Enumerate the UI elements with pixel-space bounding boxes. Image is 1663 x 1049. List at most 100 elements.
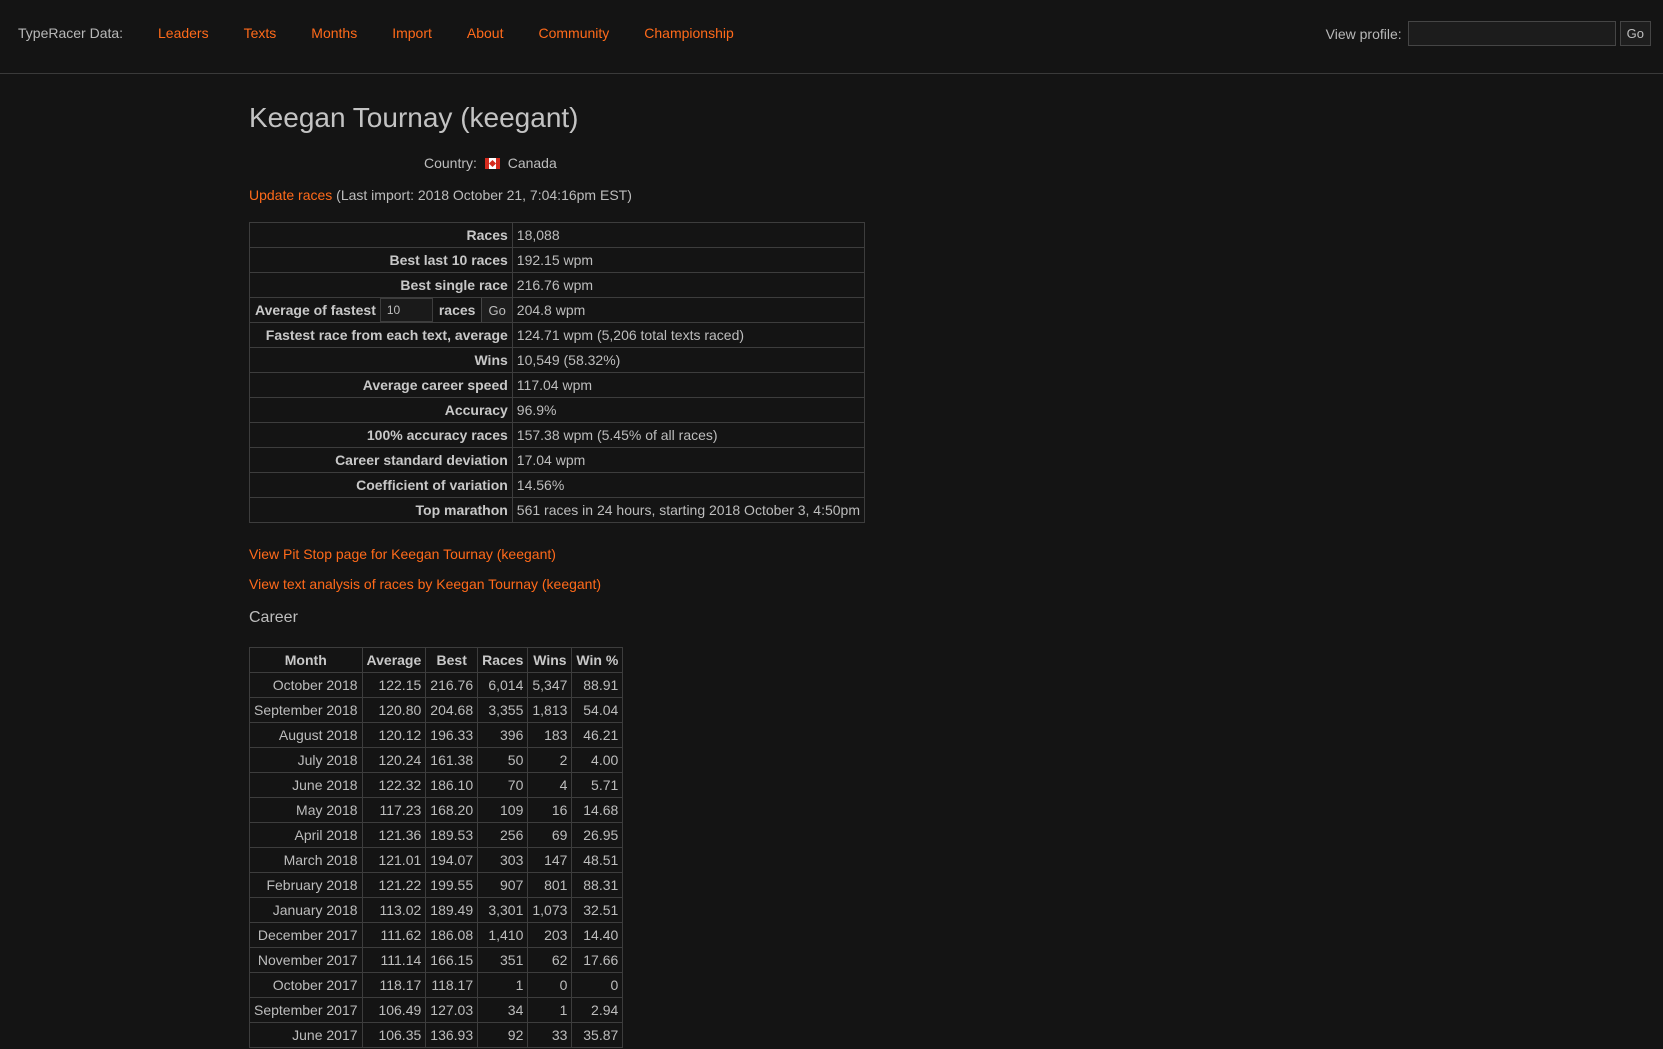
win-pct-cell: 5.71	[571, 772, 624, 798]
text-analysis-link[interactable]: View text analysis of races by Keegan To…	[249, 576, 601, 592]
table-row: June 2018 122.32 186.10 70 4 5.71	[249, 772, 624, 798]
month-cell: July 2018	[249, 747, 363, 773]
view-profile-form: View profile: Go	[1326, 21, 1651, 46]
win-pct-cell: 54.04	[571, 697, 624, 723]
top-nav: TypeRacer Data: Leaders Texts Months Imp…	[0, 0, 1663, 74]
best-cell: 118.17	[425, 972, 479, 998]
career-table-body: October 2018 122.15 216.76 6,014 5,347 88.91 S…	[249, 672, 624, 1048]
average-cell: 121.36	[361, 822, 427, 848]
races-cell: 34	[477, 997, 529, 1023]
month-cell: August 2018	[249, 722, 363, 748]
average-fastest-go-button[interactable]: Go	[481, 298, 512, 322]
stat-value: 117.04 wpm	[511, 372, 866, 398]
stats-row: Races 18,088	[249, 222, 866, 248]
table-row: March 2018 121.01 194.07 303 147 48.51	[249, 847, 624, 873]
column-header-best[interactable]: Best	[425, 647, 479, 673]
month-cell: September 2018	[249, 697, 363, 723]
view-profile-go-button[interactable]: Go	[1619, 21, 1651, 46]
average-cell: 121.01	[361, 847, 427, 873]
average-cell: 117.23	[361, 797, 427, 823]
site-brand: TypeRacer Data:	[18, 25, 124, 41]
wins-cell: 801	[527, 872, 573, 898]
month-cell: September 2017	[249, 997, 363, 1023]
country-line: Country: Canada	[424, 155, 557, 171]
column-header-average[interactable]: Average	[361, 647, 427, 673]
nav-link-texts[interactable]: Texts	[244, 25, 277, 41]
stat-label: Top marathon	[249, 497, 513, 523]
view-profile-input[interactable]	[1407, 21, 1616, 46]
month-cell: June 2017	[249, 1022, 363, 1048]
column-header-races[interactable]: Races	[477, 647, 529, 673]
best-cell: 186.08	[425, 922, 479, 948]
column-header-wins[interactable]: Wins	[527, 647, 573, 673]
win-pct-cell: 26.95	[571, 822, 624, 848]
stat-label: Fastest race from each text, average	[249, 322, 513, 348]
win-pct-cell: 4.00	[571, 747, 624, 773]
table-row: April 2018 121.36 189.53 256 69 26.95	[249, 822, 624, 848]
average-cell: 122.32	[361, 772, 427, 798]
stats-row: Best last 10 races 192.15 wpm	[249, 247, 866, 273]
nav-link-months[interactable]: Months	[311, 25, 357, 41]
wins-cell: 62	[527, 947, 573, 973]
average-cell: 106.35	[361, 1022, 427, 1048]
races-cell: 6,014	[477, 672, 529, 698]
canada-flag-icon	[484, 158, 500, 169]
races-cell: 50	[477, 747, 529, 773]
win-pct-cell: 35.87	[571, 1022, 624, 1048]
nav-link-championship[interactable]: Championship	[644, 25, 734, 41]
month-cell: January 2018	[249, 897, 363, 923]
average-cell: 120.24	[361, 747, 427, 773]
stat-label: Career standard deviation	[249, 447, 513, 473]
career-table: Month Average Best Races Wins Win % Octo…	[249, 647, 624, 1048]
stats-row: Best single race 216.76 wpm	[249, 272, 866, 298]
best-cell: 189.49	[425, 897, 479, 923]
career-header-row: Month Average Best Races Wins Win %	[249, 647, 624, 673]
column-header-win-pct[interactable]: Win %	[571, 647, 624, 673]
win-pct-cell: 46.21	[571, 722, 624, 748]
stats-table: Races 18,088 Best last 10 races 192.15 w…	[249, 222, 866, 523]
races-cell: 92	[477, 1022, 529, 1048]
wins-cell: 1	[527, 997, 573, 1023]
month-cell: April 2018	[249, 822, 363, 848]
average-fastest-count-input[interactable]	[379, 298, 433, 322]
average-fastest-label: Average of fastest	[255, 302, 376, 318]
nav-link-about[interactable]: About	[467, 25, 504, 41]
best-cell: 127.03	[425, 997, 479, 1023]
win-pct-cell: 17.66	[571, 947, 624, 973]
table-row: September 2018 120.80 204.68 3,355 1,813 54.0…	[249, 697, 624, 723]
stat-value: 561 races in 24 hours, starting 2018 Oct…	[511, 497, 866, 523]
best-cell: 204.68	[425, 697, 479, 723]
win-pct-cell: 14.68	[571, 797, 624, 823]
pit-stop-link[interactable]: View Pit Stop page for Keegan Tournay (k…	[249, 546, 556, 562]
average-cell: 121.22	[361, 872, 427, 898]
nav-link-community[interactable]: Community	[538, 25, 609, 41]
wins-cell: 0	[527, 972, 573, 998]
month-cell: November 2017	[249, 947, 363, 973]
wins-cell: 1,813	[527, 697, 573, 723]
win-pct-cell: 14.40	[571, 922, 624, 948]
table-row: November 2017 111.14 166.15 351 62 17.66	[249, 947, 624, 973]
column-header-month[interactable]: Month	[249, 647, 363, 673]
wins-cell: 5,347	[527, 672, 573, 698]
table-row: June 2017 106.35 136.93 92 33 35.87	[249, 1022, 624, 1048]
stat-value: 192.15 wpm	[511, 247, 866, 273]
month-cell: October 2018	[249, 672, 363, 698]
wins-cell: 33	[527, 1022, 573, 1048]
stats-row: Wins 10,549 (58.32%)	[249, 347, 866, 373]
nav-link-leaders[interactable]: Leaders	[158, 25, 209, 41]
update-races-link[interactable]: Update races	[249, 187, 332, 203]
last-import-text: (Last import: 2018 October 21, 7:04:16pm…	[336, 187, 632, 203]
table-row: September 2017 106.49 127.03 34 1 2.94	[249, 997, 624, 1023]
month-cell: December 2017	[249, 922, 363, 948]
stat-value: 17.04 wpm	[511, 447, 866, 473]
best-cell: 194.07	[425, 847, 479, 873]
month-cell: March 2018	[249, 847, 363, 873]
nav-link-import[interactable]: Import	[392, 25, 432, 41]
stat-label: Races	[249, 222, 513, 248]
wins-cell: 183	[527, 722, 573, 748]
table-row: October 2017 118.17 118.17 1 0 0	[249, 972, 624, 998]
stat-value: 216.76 wpm	[511, 272, 866, 298]
wins-cell: 203	[527, 922, 573, 948]
best-cell: 136.93	[425, 1022, 479, 1048]
wins-cell: 147	[527, 847, 573, 873]
